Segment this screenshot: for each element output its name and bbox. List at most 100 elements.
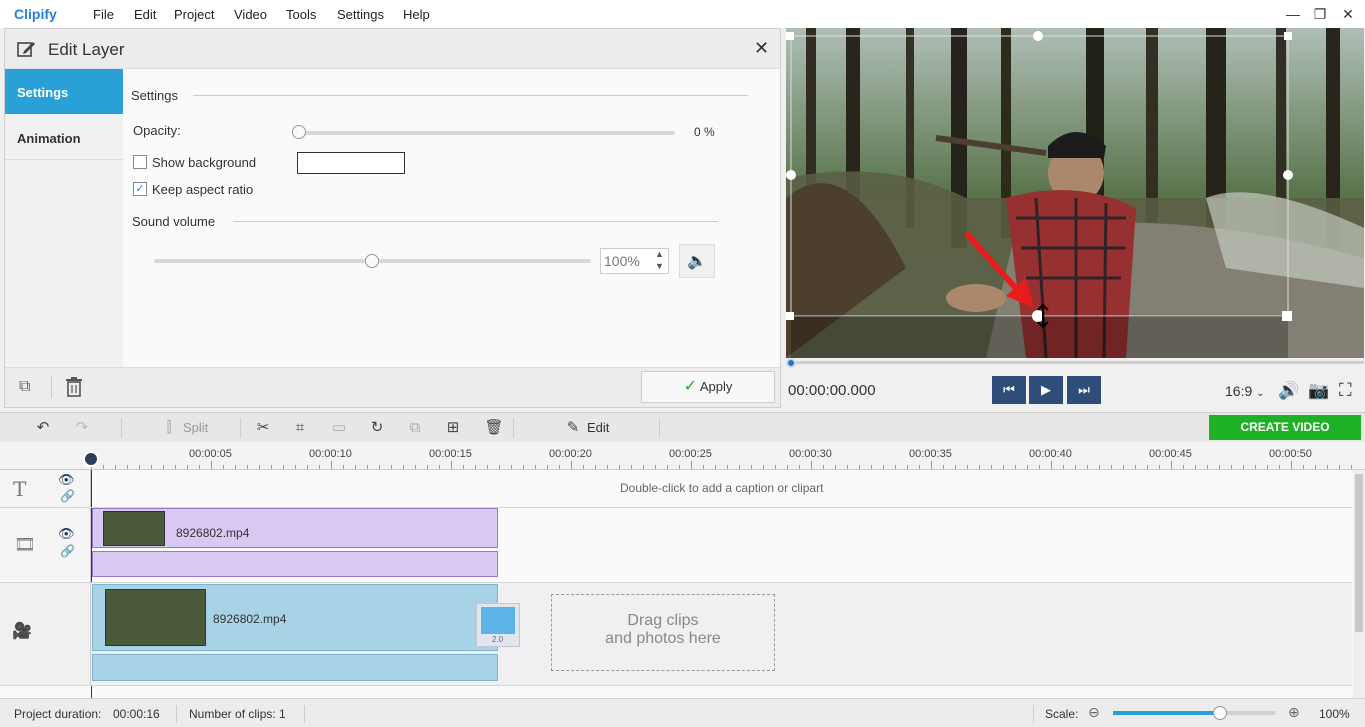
ruler-tick [1267, 465, 1268, 469]
add-frame-icon[interactable]: ⊞ [443, 419, 463, 437]
ruler-tick [235, 465, 236, 469]
split-button[interactable]: Split [183, 420, 208, 435]
menu-project[interactable]: Project [174, 7, 214, 22]
zoom-in-icon[interactable]: ⊕ [1288, 704, 1300, 721]
opacity-slider-knob[interactable] [292, 125, 306, 139]
scale-slider-knob[interactable] [1212, 706, 1227, 720]
restore-icon[interactable]: ❐ [1310, 4, 1330, 24]
prev-frame-button[interactable]: ⏮ [992, 376, 1026, 404]
vertical-scrollbar[interactable] [1353, 470, 1365, 698]
replace-icon[interactable]: ⧉ [405, 419, 425, 437]
status-divider [176, 705, 177, 723]
volume-icon[interactable]: 🔊 [1278, 381, 1299, 401]
eye-icon[interactable]: 👁 [58, 472, 75, 488]
toolbar-separator [121, 418, 122, 438]
ruler-tick [187, 465, 188, 469]
ruler-tick [1327, 465, 1328, 469]
timeline-ruler[interactable]: 00:00:05 00:00:10 00:00:15 00:00:20 00:00:25… [0, 442, 1365, 470]
edit-button[interactable]: Edit [587, 420, 609, 435]
overlay-clip[interactable]: 8926802.mp4 [92, 508, 498, 548]
rotate-icon[interactable]: ↻ [367, 419, 387, 437]
duration-label: Project duration: [14, 707, 102, 721]
ruler-tick [679, 465, 680, 469]
overlay-clip-audio[interactable] [92, 551, 498, 577]
ruler-tick [1231, 465, 1232, 469]
duration-value: 00:00:16 [113, 707, 160, 721]
edit-icon [17, 42, 35, 57]
spinner-up-icon[interactable]: ▲ [655, 249, 664, 259]
show-background-checkbox[interactable] [133, 155, 147, 169]
opacity-slider[interactable] [299, 131, 675, 135]
tab-settings-label: Settings [17, 85, 69, 100]
caption-hint[interactable]: Double-click to add a caption or clipart [620, 481, 823, 495]
duplicate-icon[interactable]: ⧉ [19, 378, 30, 396]
ruler-tick [643, 465, 644, 469]
menu-help[interactable]: Help [403, 7, 430, 22]
link-icon[interactable]: 🔗 [60, 544, 75, 558]
edit-clip-icon[interactable]: ✎ [563, 419, 583, 437]
ruler-tick [631, 465, 632, 469]
ruler-tick [919, 465, 920, 469]
film-strip-icon: 🎞 [14, 535, 36, 554]
crop-icon[interactable]: ⌗ [290, 419, 310, 437]
ruler-tick [1159, 465, 1160, 469]
ruler-tick [1039, 465, 1040, 469]
redo-icon[interactable]: ↷ [72, 419, 92, 437]
video-preview[interactable] [786, 28, 1364, 358]
timeline-tracks: T 👁 🔗 Double-click to add a caption or c… [0, 470, 1365, 698]
ruler-label: 00:00:20 [549, 448, 592, 460]
background-color-swatch[interactable] [297, 152, 405, 174]
spinner-down-icon[interactable]: ▼ [655, 261, 664, 271]
keep-aspect-label: Keep aspect ratio [152, 182, 254, 197]
close-panel-icon[interactable]: ✕ [754, 38, 769, 59]
player-controls: 00:00:00.000 ⏮ ▶ ⏭ 16:9 ⌄ 🔊 📷 ⛶ [786, 358, 1364, 410]
playback-progress-track[interactable] [786, 361, 1364, 364]
link-icon[interactable]: 🔗 [60, 489, 75, 503]
menu-settings[interactable]: Settings [337, 7, 384, 22]
menu-video[interactable]: Video [234, 7, 267, 22]
delete-clip-icon[interactable]: 🗑 [484, 419, 504, 437]
clip-dropzone[interactable]: Drag clips and photos here [551, 594, 775, 671]
menu-file[interactable]: File [93, 7, 114, 22]
delete-layer-icon[interactable] [65, 377, 83, 397]
mute-button[interactable]: 🔈 [679, 244, 715, 278]
minimize-icon[interactable]: — [1283, 4, 1303, 24]
fit-frame-icon[interactable]: ▭ [329, 419, 349, 437]
undo-icon[interactable]: ↶ [33, 419, 53, 437]
playhead-knob[interactable] [786, 358, 796, 368]
scrollbar-thumb[interactable] [1355, 474, 1363, 632]
main-clip[interactable]: 8926802.mp4 [92, 584, 498, 651]
opacity-value: 0 % [694, 125, 715, 139]
tab-animation[interactable]: Animation [5, 115, 123, 160]
ruler-label: 00:00:45 [1149, 448, 1192, 460]
aspect-ratio-select[interactable]: 16:9 ⌄ [1225, 383, 1265, 399]
ruler-tick [331, 461, 332, 469]
transition-tile[interactable]: 2.0 [476, 603, 520, 647]
volume-slider-knob[interactable] [365, 254, 379, 268]
next-frame-button[interactable]: ⏭ [1067, 376, 1101, 404]
opacity-label: Opacity: [133, 123, 181, 138]
main-clip-audio[interactable] [92, 654, 498, 681]
scale-slider[interactable] [1113, 706, 1275, 720]
zoom-out-icon[interactable]: ⊖ [1088, 704, 1100, 721]
ruler-tick [451, 461, 452, 469]
tab-settings[interactable]: Settings [5, 69, 123, 114]
eye-icon[interactable]: 👁 [58, 526, 75, 542]
close-window-icon[interactable]: ✕ [1338, 4, 1358, 24]
status-divider [1033, 705, 1034, 723]
play-button[interactable]: ▶ [1029, 376, 1063, 404]
menu-edit[interactable]: Edit [134, 7, 156, 22]
menu-tools[interactable]: Tools [286, 7, 316, 22]
timeline-playhead[interactable] [83, 451, 99, 467]
split-icon[interactable]: ⫿ [159, 419, 179, 437]
apply-button[interactable]: ✓ Apply [641, 371, 775, 403]
keep-aspect-checkbox[interactable]: ✓ [133, 182, 147, 196]
fullscreen-icon[interactable]: ⛶ [1339, 380, 1352, 401]
volume-spinner[interactable]: 100% ▲ ▼ [600, 248, 669, 274]
scissors-icon[interactable]: ✂ [253, 419, 273, 437]
scale-label: Scale: [1045, 707, 1079, 721]
snapshot-camera-icon[interactable]: 📷 [1308, 381, 1329, 401]
dropzone-line2: and photos here [605, 630, 721, 647]
ruler-tick [427, 465, 428, 469]
create-video-button[interactable]: CREATE VIDEO [1209, 415, 1361, 440]
